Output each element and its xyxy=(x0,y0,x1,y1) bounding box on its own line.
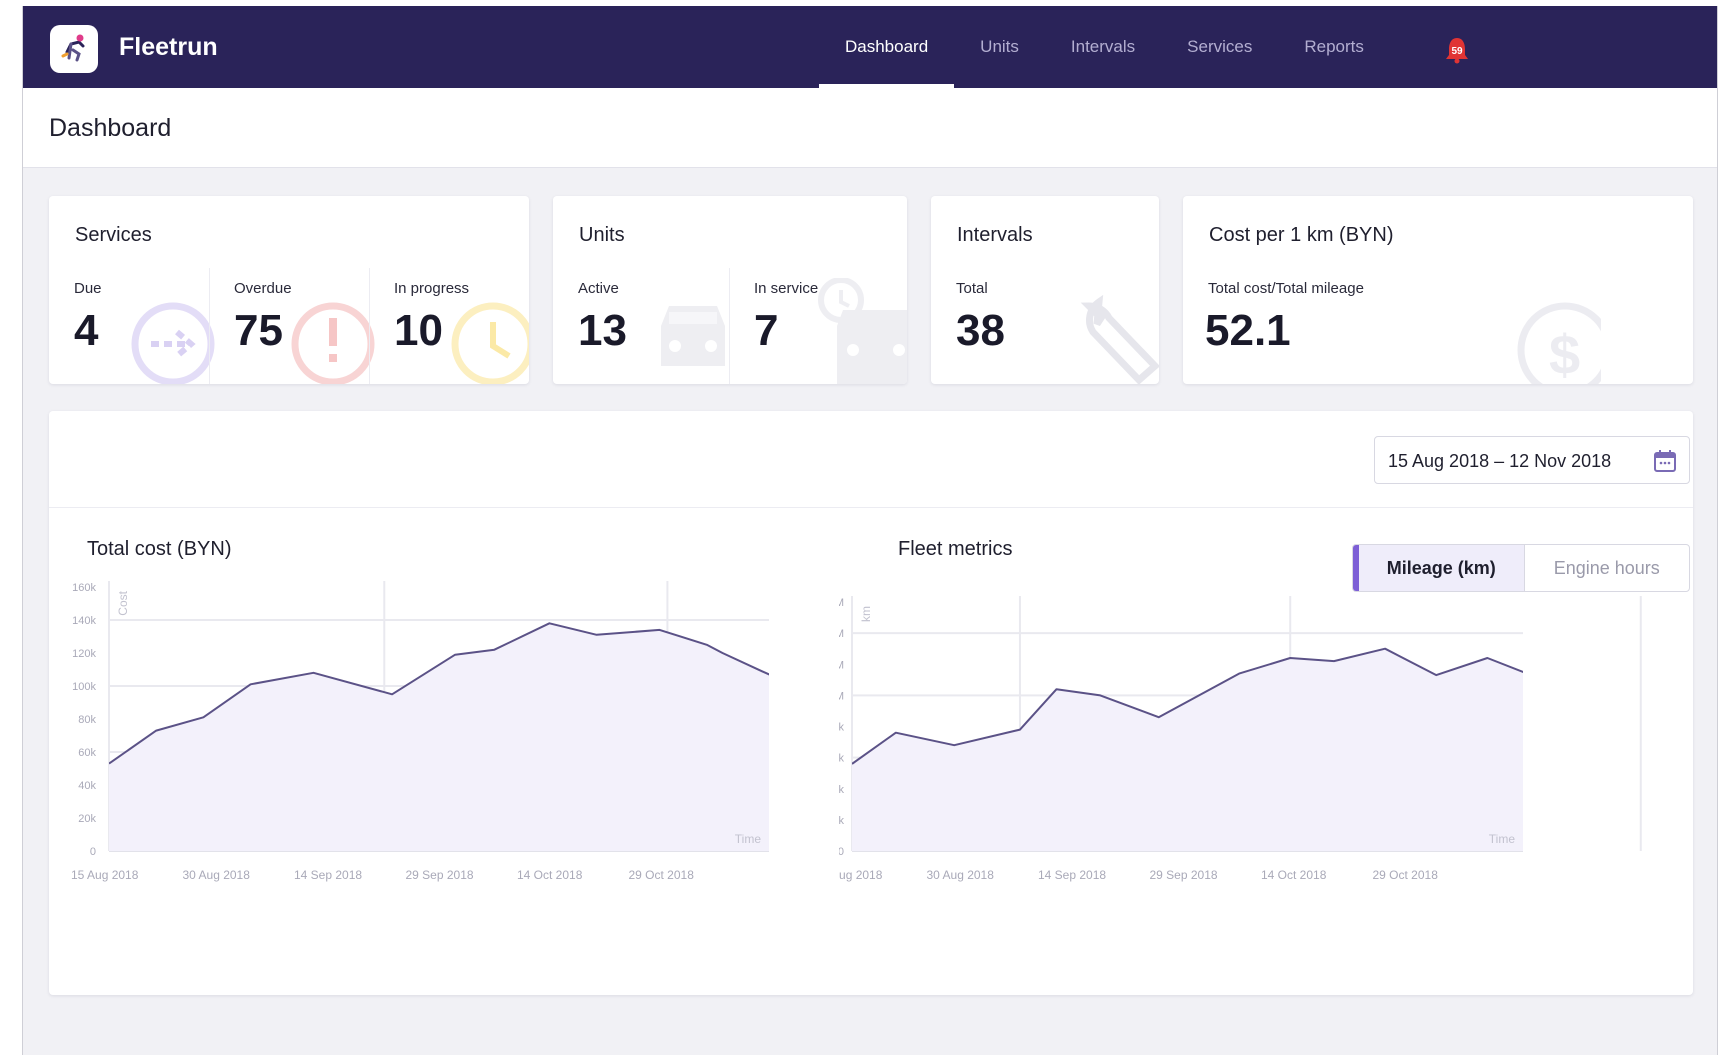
services-in-progress-value: 10 xyxy=(394,306,443,355)
services-overdue-stat[interactable]: Overdue 75 xyxy=(209,196,375,384)
y-axis-title: km xyxy=(859,606,873,622)
car-icon xyxy=(661,306,725,366)
nav-services[interactable]: Services xyxy=(1161,6,1278,88)
y-tick-label: 1.2M xyxy=(839,659,844,671)
charts-panel: 15 Aug 2018 – 12 Nov 2018 Total cost (BY… xyxy=(49,411,1693,995)
top-navbar: Fleetrun Dashboard Units Intervals Servi… xyxy=(23,6,1717,88)
units-active-label: Active xyxy=(578,280,619,297)
services-due-label: Due xyxy=(74,280,102,297)
y-tick-label: 20k xyxy=(78,813,96,825)
services-overdue-label: Overdue xyxy=(234,280,292,297)
cost-formula-label: Total cost/Total mileage xyxy=(1208,280,1364,297)
y-tick-label: 0 xyxy=(90,846,96,858)
x-tick-label: 15 Aug 2018 xyxy=(71,868,139,882)
nav-reports[interactable]: Reports xyxy=(1278,6,1390,88)
car-clock-icon xyxy=(818,278,907,384)
y-tick-label: 40k xyxy=(78,780,96,792)
services-card[interactable]: Services Due 4 Overdue 75 In progress 10 xyxy=(49,196,529,384)
fleet-metrics-chart: 0 200k 400k 600k 800k 1M 1.2M 1.4M 1.6M 15 Aug 20… xyxy=(839,596,1642,882)
x-tick-label: 14 Oct 2018 xyxy=(517,868,583,882)
series-area xyxy=(109,623,769,851)
units-in-service-stat[interactable]: In service 7 xyxy=(729,196,907,384)
x-tick-label: 29 Oct 2018 xyxy=(1373,868,1439,882)
date-range-text: 15 Aug 2018 – 12 Nov 2018 xyxy=(1388,451,1612,471)
services-in-progress-label: In progress xyxy=(394,280,470,297)
intervals-card-title: Intervals xyxy=(957,224,1033,246)
x-tick-label: 15 Aug 2018 xyxy=(839,868,883,882)
date-range-picker[interactable]: 15 Aug 2018 – 12 Nov 2018 xyxy=(1374,436,1690,484)
units-in-service-label: In service xyxy=(754,280,819,297)
cost-card[interactable]: Cost per 1 km (BYN) $ Total cost/Total m… xyxy=(1183,196,1693,384)
y-tick-label: 140k xyxy=(72,615,96,627)
intervals-card[interactable]: Intervals Total 38 xyxy=(931,196,1159,384)
x-tick-label: 29 Sep 2018 xyxy=(1150,868,1218,882)
y-tick-label: 200k xyxy=(839,815,844,827)
y-tick-label: 600k xyxy=(839,753,844,765)
y-tick-label: 1.4M xyxy=(839,628,844,640)
cost-card-title: Cost per 1 km (BYN) xyxy=(1209,224,1394,246)
x-tick-label: 29 Oct 2018 xyxy=(629,868,695,882)
notifications-count: 59 xyxy=(1451,46,1463,57)
units-in-service-value: 7 xyxy=(754,306,779,355)
arrow-right-icon xyxy=(131,302,215,384)
calendar-icon[interactable] xyxy=(1653,449,1677,473)
x-tick-label: 14 Sep 2018 xyxy=(1038,868,1106,882)
y-tick-label: 60k xyxy=(78,747,96,759)
page-header: Dashboard xyxy=(23,88,1717,168)
y-tick-label: 100k xyxy=(72,681,96,693)
brand-name: Fleetrun xyxy=(119,33,218,61)
page-title: Dashboard xyxy=(49,114,172,142)
x-axis-title: Time xyxy=(1489,832,1516,846)
total-cost-chart: 0 20k 40k 60k 80k 100k 120k 140k 160k 15 Aug 2018… xyxy=(71,581,769,882)
units-active-value: 13 xyxy=(578,306,627,355)
units-active-stat[interactable]: Active 13 xyxy=(553,196,729,384)
x-tick-label: 14 Sep 2018 xyxy=(294,868,362,882)
y-tick-label: 1M xyxy=(839,690,844,702)
y-tick-label: 0 xyxy=(839,846,844,858)
cost-value: 52.1 xyxy=(1205,306,1291,355)
dollar-coin-icon: $ xyxy=(1517,302,1601,384)
series-area xyxy=(852,648,1523,851)
y-tick-label: 400k xyxy=(839,784,844,796)
nav-units[interactable]: Units xyxy=(954,6,1045,88)
services-in-progress-stat[interactable]: In progress 10 xyxy=(369,196,529,384)
services-due-stat[interactable]: Due 4 xyxy=(49,196,215,384)
nav-dashboard[interactable]: Dashboard xyxy=(819,6,955,88)
panel-divider xyxy=(49,507,1693,508)
services-overdue-value: 75 xyxy=(234,306,283,355)
y-tick-label: 1.6M xyxy=(839,597,844,609)
main-nav: Dashboard Units Intervals Services Repor… xyxy=(819,6,1390,88)
y-tick-label: 80k xyxy=(78,714,96,726)
clock-icon xyxy=(451,302,529,384)
y-tick-label: 120k xyxy=(72,648,96,660)
intervals-total-value: 38 xyxy=(956,306,1005,355)
runner-logo-icon xyxy=(61,34,85,62)
wrench-icon xyxy=(1080,294,1159,384)
notifications-button[interactable]: 59 xyxy=(1444,36,1470,64)
x-tick-label: 29 Sep 2018 xyxy=(406,868,474,882)
y-axis-title: Cost xyxy=(116,590,130,615)
units-card[interactable]: Units Active 13 In service 7 xyxy=(553,196,907,384)
exclamation-icon xyxy=(291,302,375,384)
app-logo[interactable] xyxy=(50,25,98,73)
intervals-total-label: Total xyxy=(956,280,988,297)
x-tick-label: 30 Aug 2018 xyxy=(927,868,995,882)
svg-text:$: $ xyxy=(1549,323,1580,384)
app-window: Fleetrun Dashboard Units Intervals Servi… xyxy=(22,6,1718,1055)
y-tick-label: 800k xyxy=(839,722,844,734)
y-tick-label: 160k xyxy=(72,582,96,594)
x-tick-label: 14 Oct 2018 xyxy=(1261,868,1327,882)
x-axis-title: Time xyxy=(735,832,762,846)
services-due-value: 4 xyxy=(74,306,99,355)
x-tick-label: 30 Aug 2018 xyxy=(183,868,251,882)
nav-intervals[interactable]: Intervals xyxy=(1045,6,1161,88)
